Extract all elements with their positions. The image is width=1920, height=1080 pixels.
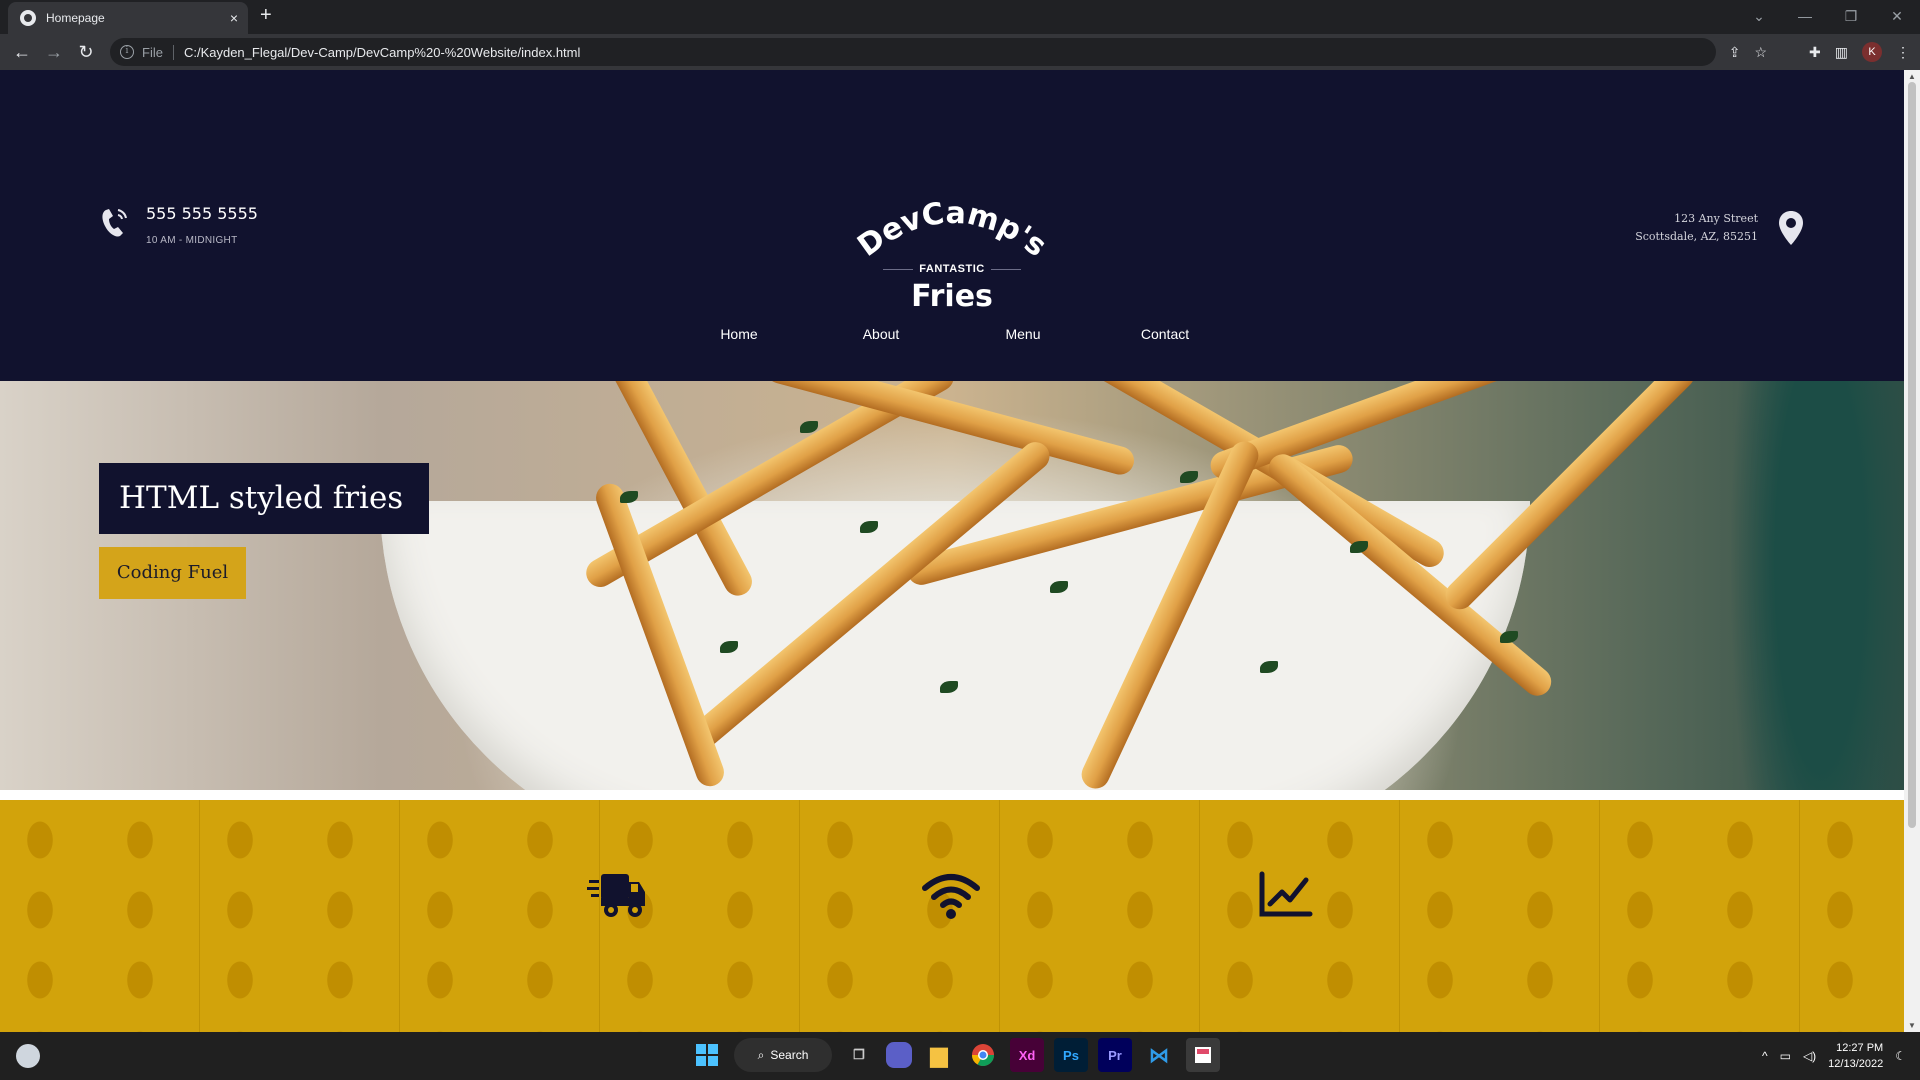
map-pin-icon bbox=[1779, 211, 1803, 245]
system-tray: ^ ▭ ◁) 12:27 PM 12/13/2022 ☾ bbox=[1762, 1040, 1906, 1072]
business-hours: 10 AM - MIDNIGHT bbox=[146, 235, 238, 246]
tab-homepage[interactable]: Homepage × bbox=[8, 2, 248, 34]
url-text[interactable]: C:/Kayden_Flegal/Dev-Camp/DevCamp%20-%20… bbox=[184, 45, 580, 60]
browser-toolbar: ← → ↻ i File C:/Kayden_Flegal/Dev-Camp/D… bbox=[0, 34, 1920, 70]
minimize-button[interactable]: — bbox=[1782, 4, 1828, 28]
extensions-puzzle-icon[interactable]: ✚ bbox=[1809, 44, 1821, 61]
coding-fuel-button[interactable]: Coding Fuel bbox=[99, 547, 246, 599]
weather-widget-icon[interactable] bbox=[16, 1044, 40, 1068]
nav-home[interactable]: Home bbox=[668, 326, 810, 342]
features-section bbox=[0, 800, 1904, 1032]
taskbar-clock[interactable]: 12:27 PM 12/13/2022 bbox=[1828, 1040, 1883, 1072]
task-view-icon[interactable]: ❐ bbox=[842, 1038, 876, 1072]
address-street: 123 Any Street bbox=[1674, 212, 1758, 225]
vscode-icon[interactable]: ⋈ bbox=[1142, 1038, 1176, 1072]
file-explorer-icon[interactable]: ▆ bbox=[922, 1038, 956, 1072]
address-city: Scottsdale, AZ, 85251 bbox=[1635, 230, 1758, 243]
reload-icon[interactable]: ↻ bbox=[70, 42, 102, 63]
taskbar-apps: ⌕ Search ❐ ▆ Xd Ps Pr ⋈ bbox=[690, 1038, 1220, 1072]
scrollbar-thumb[interactable] bbox=[1908, 82, 1916, 828]
taskbar-search-label: Search bbox=[770, 1048, 809, 1062]
hero-title: HTML styled fries bbox=[99, 463, 429, 534]
url-scheme-label: File bbox=[142, 44, 174, 60]
scroll-down-arrow-icon[interactable]: ▼ bbox=[1908, 1021, 1916, 1030]
logo-wordmark: Fries bbox=[911, 279, 993, 314]
logo-arc-text: DevCamp's bbox=[851, 196, 1053, 264]
delivery-truck-icon bbox=[587, 874, 645, 917]
toolbar-icons: ⇪ ☆ ✚ ▥ K ⋮ bbox=[1729, 42, 1910, 62]
adobe-xd-icon[interactable]: Xd bbox=[1010, 1038, 1044, 1072]
snipping-tool-icon[interactable] bbox=[1186, 1038, 1220, 1072]
teams-chat-icon[interactable] bbox=[886, 1042, 912, 1068]
share-icon[interactable]: ⇪ bbox=[1729, 44, 1741, 61]
photoshop-icon[interactable]: Ps bbox=[1054, 1038, 1088, 1072]
chart-line-icon bbox=[1259, 871, 1313, 917]
svg-text:DevCamp's: DevCamp's bbox=[852, 196, 1052, 262]
close-tab-icon[interactable]: × bbox=[230, 10, 238, 26]
browser-tab-bar: Homepage × + ⌄ — ❐ ✕ bbox=[0, 0, 1920, 34]
window-controls: ⌄ — ❐ ✕ bbox=[1736, 4, 1920, 28]
profile-avatar[interactable]: K bbox=[1862, 42, 1882, 62]
new-tab-button[interactable]: + bbox=[260, 4, 272, 27]
clock-time: 12:27 PM bbox=[1836, 1042, 1884, 1054]
wifi-icon bbox=[922, 874, 980, 919]
close-window-button[interactable]: ✕ bbox=[1874, 4, 1920, 28]
windows-start-icon[interactable] bbox=[690, 1038, 724, 1072]
phone-contact: 555 555 5555 10 AM - MIDNIGHT bbox=[98, 204, 258, 246]
nav-about[interactable]: About bbox=[810, 326, 952, 342]
nav-menu[interactable]: Menu bbox=[952, 326, 1094, 342]
site-header: 555 555 5555 10 AM - MIDNIGHT DevCamp's … bbox=[0, 70, 1904, 381]
info-icon[interactable]: i bbox=[120, 45, 134, 59]
main-nav: Home About Menu Contact bbox=[0, 326, 1904, 342]
address-bar[interactable]: i File C:/Kayden_Flegal/Dev-Camp/DevCamp… bbox=[110, 38, 1716, 66]
network-icon[interactable]: ▭ bbox=[1780, 1049, 1791, 1063]
taskbar-search-button[interactable]: ⌕ Search bbox=[734, 1038, 832, 1072]
section-divider bbox=[0, 790, 1904, 800]
bookmark-star-icon[interactable]: ☆ bbox=[1754, 44, 1767, 61]
search-icon: ⌕ bbox=[757, 1047, 765, 1062]
site-logo[interactable]: DevCamp's FANTASTIC Fries bbox=[851, 192, 1053, 332]
windows-taskbar: ⌕ Search ❐ ▆ Xd Ps Pr ⋈ ^ ▭ ◁) 12:27 PM … bbox=[0, 1032, 1920, 1080]
tab-search-icon[interactable]: ⌄ bbox=[1736, 4, 1782, 28]
forward-arrow-icon[interactable]: → bbox=[38, 42, 70, 63]
back-arrow-icon[interactable]: ← bbox=[6, 42, 38, 63]
tab-title: Homepage bbox=[46, 11, 105, 25]
web-page: 555 555 5555 10 AM - MIDNIGHT DevCamp's … bbox=[0, 70, 1904, 1032]
tray-overflow-chevron-icon[interactable]: ^ bbox=[1762, 1049, 1768, 1063]
globe-icon bbox=[20, 10, 36, 26]
page-scrollbar[interactable]: ▲ ▼ bbox=[1904, 70, 1920, 1032]
scroll-up-arrow-icon[interactable]: ▲ bbox=[1908, 72, 1916, 81]
premiere-icon[interactable]: Pr bbox=[1098, 1038, 1132, 1072]
chrome-icon[interactable] bbox=[966, 1038, 1000, 1072]
side-panel-icon[interactable]: ▥ bbox=[1835, 44, 1848, 61]
hero-banner: HTML styled fries Coding Fuel bbox=[0, 381, 1904, 790]
nav-contact[interactable]: Contact bbox=[1094, 326, 1236, 342]
logo-tagline: FANTASTIC bbox=[852, 263, 1052, 275]
restore-button[interactable]: ❐ bbox=[1828, 4, 1874, 28]
address-block: 123 Any Street Scottsdale, AZ, 85251 bbox=[1635, 210, 1804, 246]
phone-number[interactable]: 555 555 5555 bbox=[146, 204, 258, 223]
notifications-icon[interactable]: ☾ bbox=[1895, 1049, 1906, 1063]
clock-date: 12/13/2022 bbox=[1828, 1058, 1884, 1070]
phone-icon bbox=[102, 209, 127, 237]
volume-icon[interactable]: ◁) bbox=[1803, 1049, 1816, 1063]
kebab-menu-icon[interactable]: ⋮ bbox=[1896, 44, 1910, 61]
